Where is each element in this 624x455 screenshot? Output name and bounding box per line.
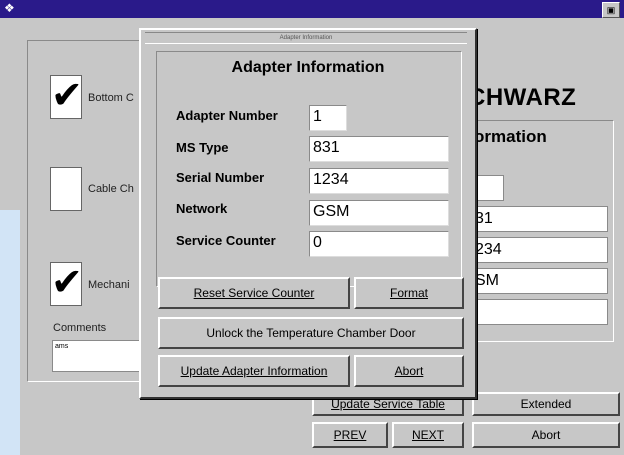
info-field-network[interactable]: SM — [472, 268, 608, 294]
window-control-icon[interactable]: ▣ — [602, 2, 620, 18]
background-strip — [0, 210, 20, 455]
comments-label: Comments — [53, 322, 107, 334]
extended-button[interactable]: Extended — [472, 392, 620, 416]
next-button[interactable]: NEXT — [392, 422, 464, 448]
system-menu-icon[interactable]: ❖ — [4, 2, 15, 14]
prev-label: PREV — [333, 428, 367, 442]
checkbox-bottom[interactable]: ✔ — [50, 75, 83, 119]
dialog-title: Adapter Information — [145, 32, 467, 44]
checkbox-mechanical[interactable]: ✔ — [50, 262, 83, 306]
update-adapter-info-button[interactable]: Update Adapter Information — [158, 355, 350, 387]
reset-service-counter-label: Reset Service Counter — [193, 286, 315, 300]
service-counter-label: Service Counter — [176, 233, 276, 248]
ms-type-field[interactable]: 831 — [309, 136, 449, 162]
checkbox-mechanical-label: Mechani — [88, 279, 130, 291]
checkbox-cable[interactable] — [50, 167, 82, 211]
next-label: NEXT — [411, 428, 444, 442]
dialog-heading: Adapter Information — [231, 59, 385, 76]
info-panel-heading: ormation — [474, 127, 547, 146]
unlock-door-button[interactable]: Unlock the Temperature Chamber Door — [158, 317, 464, 349]
info-field-serial[interactable]: 234 — [472, 237, 608, 263]
background-abort-button[interactable]: Abort — [472, 422, 620, 448]
window-titlebar: ❖ ▣ — [0, 0, 624, 18]
ms-type-label: MS Type — [176, 140, 229, 155]
adapter-information-dialog: Adapter Information Adapter Information … — [139, 28, 477, 399]
unlock-door-label: Unlock the Temperature Chamber Door — [206, 326, 416, 340]
info-field-counter[interactable] — [472, 299, 608, 325]
adapter-number-field[interactable]: 1 — [309, 105, 347, 131]
serial-number-label: Serial Number — [176, 170, 265, 185]
dialog-abort-button[interactable]: Abort — [354, 355, 464, 387]
network-field[interactable]: GSM — [309, 200, 449, 226]
format-button[interactable]: Format — [354, 277, 464, 309]
network-label: Network — [176, 201, 228, 216]
update-service-table-label: Update Service Table — [331, 397, 445, 411]
dialog-abort-label: Abort — [394, 364, 424, 378]
adapter-number-label: Adapter Number — [176, 108, 278, 123]
background-abort-label: Abort — [531, 428, 561, 442]
service-counter-field[interactable]: 0 — [309, 231, 449, 257]
checkbox-bottom-label: Bottom C — [88, 92, 134, 104]
reset-service-counter-button[interactable]: Reset Service Counter — [158, 277, 350, 309]
serial-number-field[interactable]: 1234 — [309, 168, 449, 194]
format-label: Format — [389, 286, 428, 300]
info-field-ms-type[interactable]: 31 — [472, 206, 608, 232]
checkbox-cable-label: Cable Ch — [88, 183, 134, 195]
update-adapter-info-label: Update Adapter Information — [180, 364, 328, 378]
prev-button[interactable]: PREV — [312, 422, 388, 448]
comments-field[interactable]: ams — [52, 340, 146, 372]
brand-logo-text: CHWARZ — [468, 84, 577, 111]
extended-label: Extended — [520, 397, 572, 411]
